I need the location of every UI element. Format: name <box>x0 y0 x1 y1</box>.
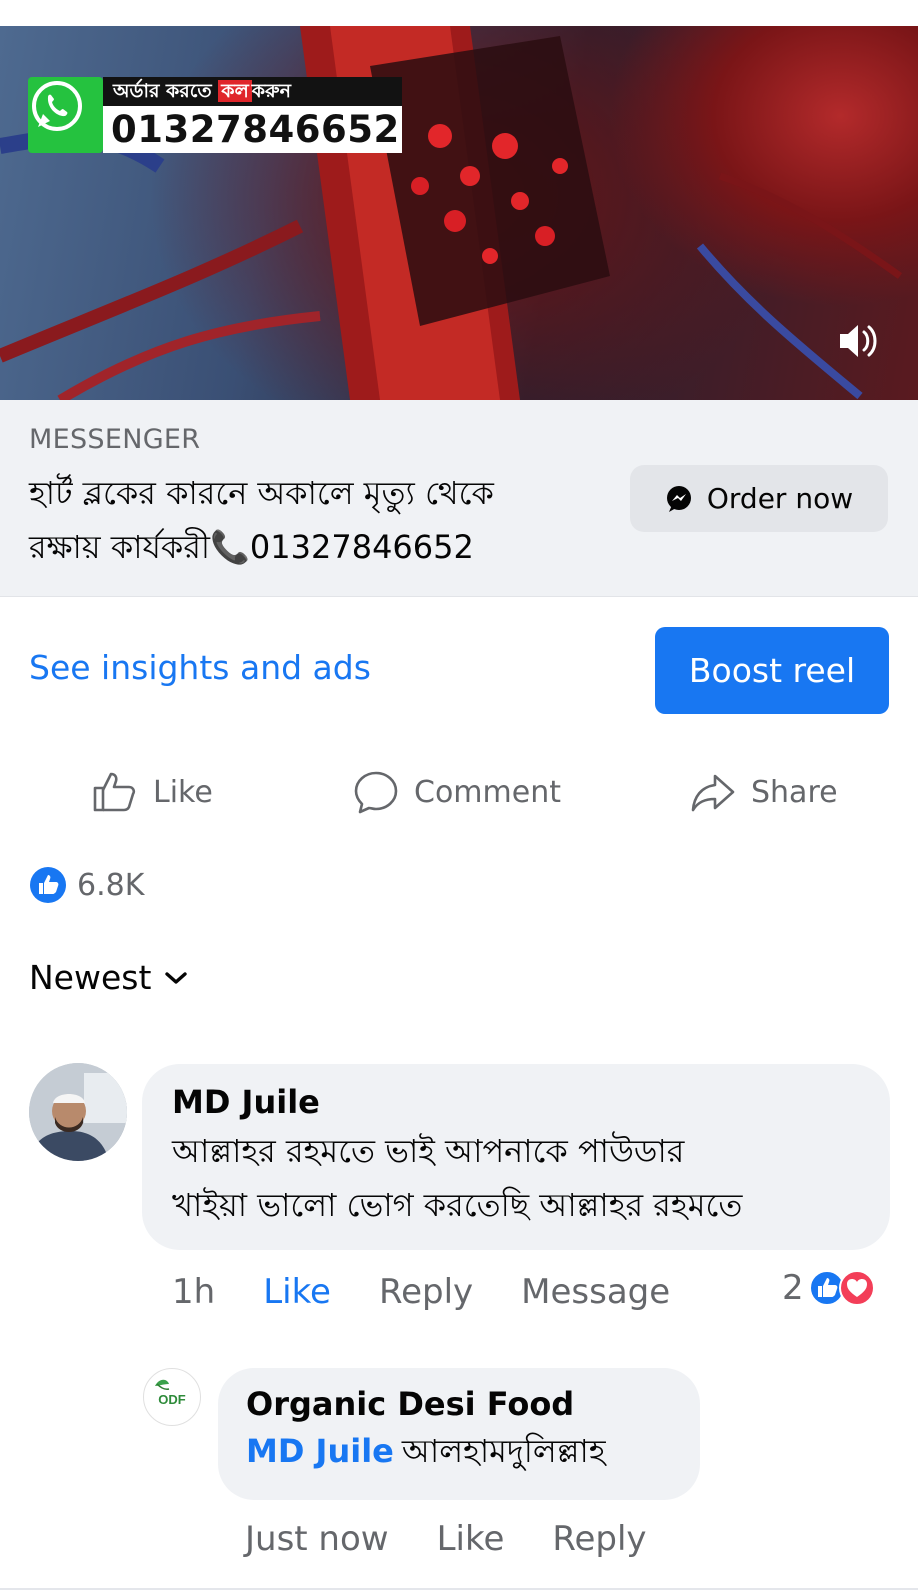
like-label: Like <box>153 774 213 810</box>
comment-timestamp: 1h <box>172 1272 216 1312</box>
ad-source-label: MESSENGER <box>29 424 201 455</box>
comment-sort-dropdown[interactable]: Newest <box>29 958 188 997</box>
mention-link[interactable]: MD Juile <box>246 1432 394 1470</box>
user-photo-icon <box>29 1063 127 1161</box>
ad-info-panel: MESSENGER হার্ট ব্লকের কারনে অকালে মৃত্য… <box>0 400 918 597</box>
reply-text-body: আলহামদুলিল্লাহ <box>401 1432 606 1470</box>
reply-timestamp: Just now <box>245 1519 389 1559</box>
divider <box>0 1588 918 1590</box>
comment-bubble: MD Juile আল্লাহর রহমতে ভাই আপনাকে পাউডার… <box>142 1064 890 1250</box>
comment-reaction-count: 2 <box>782 1268 804 1308</box>
comment-reactions[interactable]: 2 <box>782 1268 876 1308</box>
comment-reply-button[interactable]: Reply <box>379 1272 473 1312</box>
thumbs-up-icon <box>93 772 136 812</box>
ad-description-line: রক্ষায় কার্যকরী📞01327846652 <box>29 528 474 566</box>
reply-author[interactable]: Organic Desi Food <box>246 1382 672 1426</box>
comment-like-button[interactable]: Like <box>263 1272 331 1312</box>
see-insights-link[interactable]: See insights and ads <box>29 648 371 687</box>
messenger-icon <box>666 485 691 512</box>
speaker-volume-icon[interactable] <box>836 318 882 364</box>
whatsapp-icon <box>28 77 103 153</box>
order-now-label: Order now <box>706 482 854 515</box>
promo-phone-number: 01327846652 <box>103 106 402 153</box>
like-reaction-icon <box>30 867 66 903</box>
reply-like-button[interactable]: Like <box>437 1519 505 1559</box>
promo-headline: অর্ডার করতে কল করুন <box>103 77 402 106</box>
reaction-count: 6.8K <box>77 867 145 903</box>
comment-author[interactable]: MD Juile <box>172 1080 860 1124</box>
ad-description-line: হার্ট ব্লকের কারনে অকালে মৃত্যু থেকে <box>29 474 494 512</box>
comment-bubble-icon <box>354 771 398 814</box>
avatar[interactable] <box>29 1063 127 1161</box>
svg-text:ODF: ODF <box>158 1392 186 1407</box>
page-avatar[interactable]: ODF <box>143 1368 201 1426</box>
comment-button[interactable]: Comment <box>352 764 561 820</box>
reply-bubble: Organic Desi Food MD Juile আলহামদুলিল্লাহ <box>218 1368 700 1500</box>
reaction-summary[interactable]: 6.8K <box>29 866 144 904</box>
chevron-down-icon <box>165 971 188 984</box>
odf-logo-icon: ODF <box>155 1379 186 1407</box>
comment-label: Comment <box>414 774 561 810</box>
boost-reel-button[interactable]: Boost reel <box>655 627 889 714</box>
reply-actions: Just now Like Reply <box>245 1512 695 1566</box>
comment-text-line: আল্লাহর রহমতে ভাই আপনাকে পাউডার <box>172 1132 685 1170</box>
reply-reply-button[interactable]: Reply <box>552 1519 646 1559</box>
comment-text: আল্লাহর রহমতে ভাই আপনাকে পাউডার খাইয়া ভ… <box>172 1124 860 1232</box>
like-button[interactable]: Like <box>91 764 213 820</box>
ad-description: হার্ট ব্লকের কারনে অকালে মৃত্যু থেকে রক্… <box>29 466 609 574</box>
comment-message-button[interactable]: Message <box>521 1272 670 1312</box>
sort-label: Newest <box>29 958 152 997</box>
comment-text-line: খাইয়া ভালো ভোগ করতেছি আল্লাহর রহমতে <box>172 1186 743 1224</box>
reel-video[interactable]: অর্ডার করতে কল করুন 01327846652 <box>0 26 918 400</box>
share-label: Share <box>751 774 838 810</box>
share-arrow-icon <box>691 774 735 812</box>
call-to-order-banner: অর্ডার করতে কল করুন 01327846652 <box>28 77 402 153</box>
love-reaction-icon <box>838 1270 875 1306</box>
order-now-button[interactable]: Order now <box>630 465 888 532</box>
reply-text: MD Juile আলহামদুলিল্লাহ <box>246 1426 672 1476</box>
comment-actions: 1h Like Reply Message <box>172 1265 718 1319</box>
share-button[interactable]: Share <box>689 764 838 820</box>
